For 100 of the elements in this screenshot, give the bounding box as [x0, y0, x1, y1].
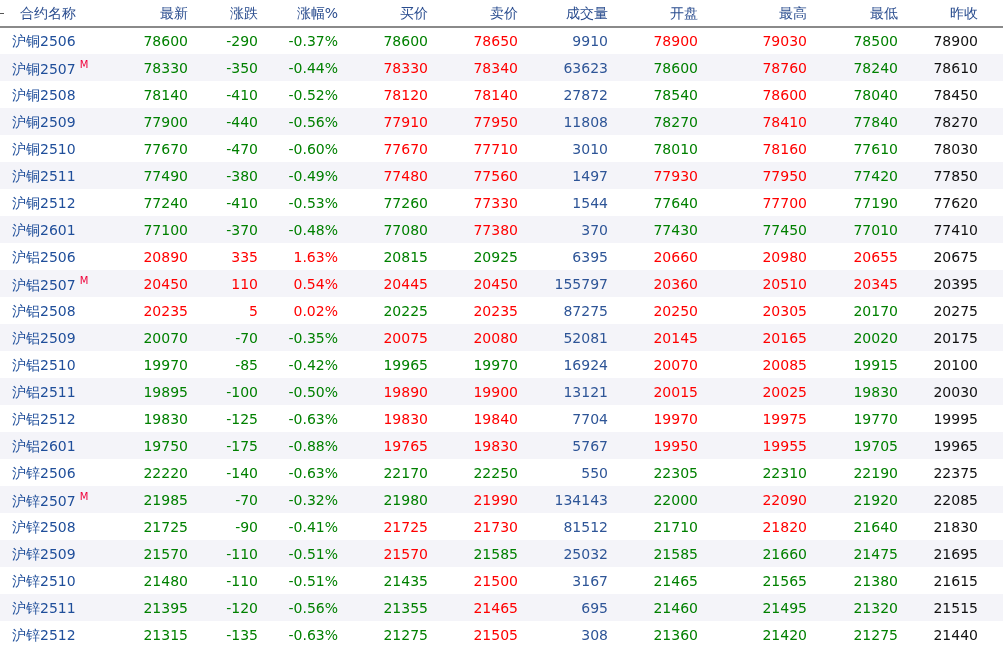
table-cell: 21315: [143, 626, 188, 643]
table-cell: 77260: [383, 194, 428, 211]
table-cell: -70: [235, 329, 258, 346]
table-cell: 22375: [933, 464, 978, 481]
table-cell: -440: [226, 113, 258, 130]
contract-name: 沪铝2507: [12, 276, 76, 293]
table-cell: 695: [581, 599, 608, 616]
table-cell: 19830: [853, 383, 898, 400]
table-cell: 1.63%: [293, 248, 338, 265]
table-cell: 11808: [563, 113, 608, 130]
table-cell: 78330: [383, 59, 428, 76]
table-cell: 77640: [653, 194, 698, 211]
table-cell: 20980: [762, 248, 807, 265]
table-cell: 20235: [473, 302, 518, 319]
table-cell: 20165: [762, 329, 807, 346]
column-header[interactable]: 合约名称: [0, 0, 110, 27]
column-header[interactable]: 涨幅%: [258, 0, 338, 27]
table-cell: 5: [249, 302, 258, 319]
table-cell: 20275: [933, 302, 978, 319]
column-header[interactable]: 昨收: [898, 0, 1003, 27]
table-cell: 78500: [853, 33, 898, 49]
table-cell: 87275: [563, 302, 608, 319]
table-cell: 20345: [853, 275, 898, 292]
table-cell: 20080: [473, 329, 518, 346]
table-cell: 21695: [933, 545, 978, 562]
column-header[interactable]: 开盘: [608, 0, 698, 27]
table-cell: 77620: [933, 194, 978, 211]
table-cell: 21570: [143, 545, 188, 562]
table-cell: 0.54%: [293, 275, 338, 292]
table-cell: 22305: [653, 464, 698, 481]
table-cell: 20815: [383, 248, 428, 265]
table-cell: 21515: [933, 599, 978, 616]
table-cell: -0.53%: [288, 194, 338, 211]
column-header[interactable]: 最低: [807, 0, 898, 27]
table-cell: 19830: [143, 410, 188, 427]
table-cell: 78450: [933, 86, 978, 103]
table-cell: 19830: [473, 437, 518, 454]
table-cell: -290: [226, 33, 258, 49]
contract-name: 沪铜2510: [12, 140, 76, 157]
table-cell: 78600: [143, 33, 188, 49]
table-cell: 16924: [563, 356, 608, 373]
table-cell: 77330: [473, 194, 518, 211]
table-cell: 22190: [853, 464, 898, 481]
table-cell: 78140: [143, 86, 188, 103]
column-header[interactable]: 涨跌: [188, 0, 258, 27]
table-cell: 77420: [853, 167, 898, 184]
table-cell: 21585: [653, 545, 698, 562]
table-cell: -0.48%: [288, 221, 338, 238]
table-cell: -0.60%: [288, 140, 338, 157]
table-cell: 21585: [473, 545, 518, 562]
contract-name: 沪锌2509: [12, 545, 76, 562]
table-cell: 78140: [473, 86, 518, 103]
table-cell: 155797: [554, 275, 608, 292]
table-cell: 77240: [143, 194, 188, 211]
table-cell: 19765: [383, 437, 428, 454]
contract-name: 沪铝2506: [12, 248, 76, 265]
table-cell: 77850: [933, 167, 978, 184]
contract-name: 沪锌2508: [12, 518, 76, 535]
table-cell: 20070: [653, 356, 698, 373]
column-header[interactable]: 最新: [110, 0, 188, 27]
table-cell: 78270: [933, 113, 978, 130]
table-cell: 9910: [572, 33, 608, 49]
contract-name: 沪铜2601: [12, 221, 76, 238]
table-cell: 63623: [563, 59, 608, 76]
table-cell: 22000: [653, 491, 698, 508]
table-cell: 3167: [572, 572, 608, 589]
table-cell: 81512: [563, 518, 608, 535]
table-cell: 19770: [853, 410, 898, 427]
table-cell: 77900: [143, 113, 188, 130]
table-cell: 21920: [853, 491, 898, 508]
table-cell: 78030: [933, 140, 978, 157]
table-cell: 21440: [933, 626, 978, 643]
table-cell: 21480: [143, 572, 188, 589]
column-header[interactable]: 卖价: [428, 0, 518, 27]
table-cell: 20450: [473, 275, 518, 292]
table-cell: 110: [231, 275, 258, 292]
table-cell: 19895: [143, 383, 188, 400]
table-cell: 19970: [143, 356, 188, 373]
table-cell: 77010: [853, 221, 898, 238]
main-contract-tag: M: [79, 490, 89, 502]
column-header[interactable]: 最高: [698, 0, 807, 27]
table-cell: 78040: [853, 86, 898, 103]
table-cell: 21730: [473, 518, 518, 535]
table-cell: 77430: [653, 221, 698, 238]
table-cell: 20675: [933, 248, 978, 265]
column-header[interactable]: 成交量: [518, 0, 608, 27]
table-cell: 77410: [933, 221, 978, 238]
column-header[interactable]: 买价: [338, 0, 428, 27]
table-cell: -0.37%: [288, 33, 338, 49]
table-cell: 77950: [473, 113, 518, 130]
table-cell: 21660: [762, 545, 807, 562]
table-cell: 20025: [762, 383, 807, 400]
table-cell: 22090: [762, 491, 807, 508]
table-cell: 78600: [653, 59, 698, 76]
table-cell: 19750: [143, 437, 188, 454]
contract-name: 沪铝2510: [12, 356, 76, 373]
table-cell: -0.63%: [288, 464, 338, 481]
main-contract-tag: M: [79, 58, 89, 70]
table-cell: 7704: [572, 410, 608, 427]
table-cell: 77670: [383, 140, 428, 157]
